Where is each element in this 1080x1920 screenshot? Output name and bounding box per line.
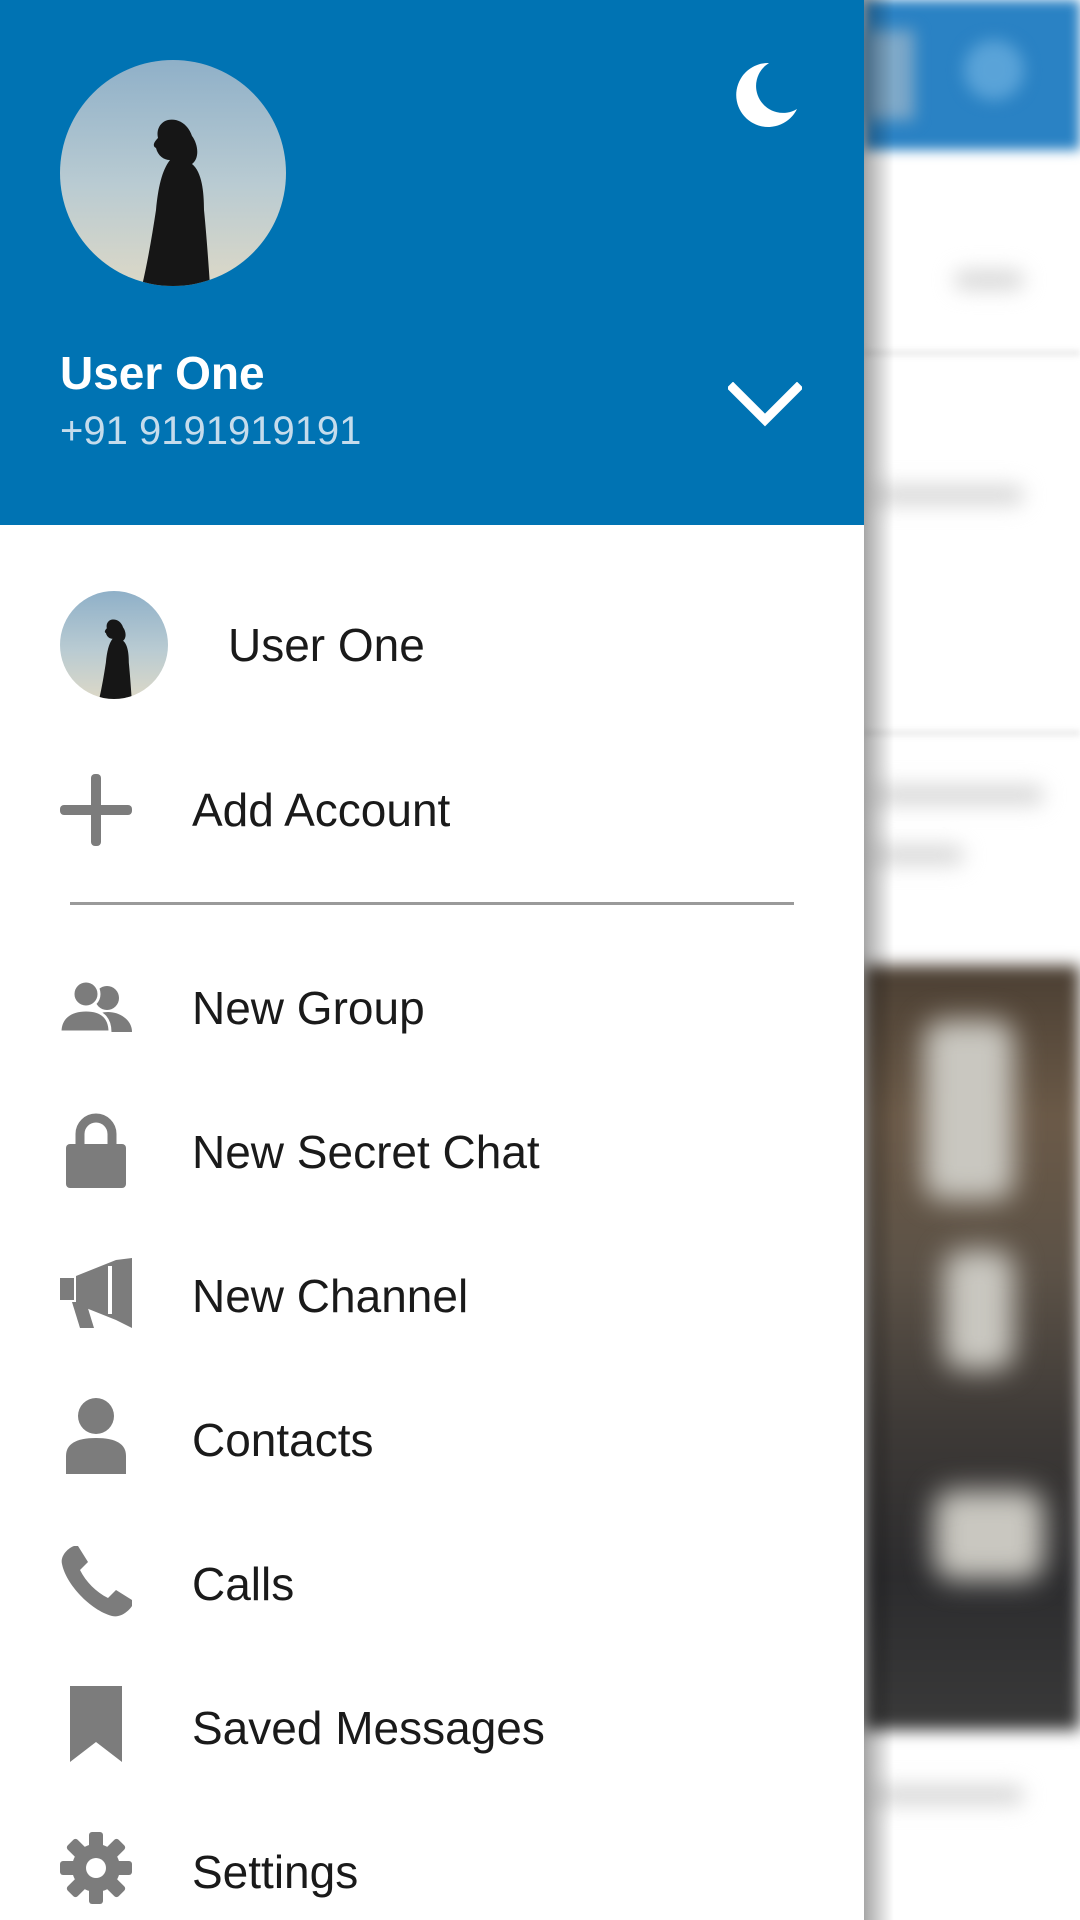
background-photo-highlight (924, 1020, 1014, 1200)
silhouette-image (142, 119, 210, 286)
add-account-button[interactable]: Add Account (0, 750, 864, 870)
gear-icon (60, 1832, 132, 1904)
menu-item-settings[interactable]: Settings (0, 1814, 864, 1920)
add-account-label: Add Account (192, 784, 451, 836)
theme-toggle-button[interactable] (720, 50, 810, 140)
menu-item-label: Contacts (192, 1414, 374, 1466)
silhouette-image (99, 619, 132, 699)
background-text (954, 270, 1024, 290)
moon-icon (736, 62, 797, 127)
user-phone: +91 9191919191 (60, 409, 362, 453)
app-screen: User One +91 9191919191 User One Add Acc… (0, 0, 1080, 1920)
background-text (874, 1785, 1024, 1805)
background-search-icon (964, 40, 1024, 100)
chevron-down-icon (728, 382, 802, 427)
menu-item-label: Saved Messages (192, 1702, 545, 1754)
person-icon (60, 1398, 132, 1474)
group-icon (60, 972, 132, 1044)
plus-icon (60, 774, 132, 846)
megaphone-icon (60, 1258, 132, 1330)
account-name: User One (228, 619, 425, 671)
navigation-drawer: User One +91 9191919191 User One Add Acc… (0, 0, 864, 1920)
menu-divider (70, 902, 794, 905)
avatar (60, 591, 168, 699)
menu-item-new-group[interactable]: New Group (0, 950, 864, 1065)
background-text (874, 785, 1044, 805)
profile-avatar[interactable] (60, 60, 286, 286)
menu-item-label: Settings (192, 1846, 359, 1898)
background-separator (864, 730, 1080, 736)
drawer-header: User One +91 9191919191 (0, 0, 864, 525)
menu-item-saved-messages[interactable]: Saved Messages (0, 1670, 864, 1785)
user-name: User One (60, 347, 265, 399)
background-chat-list[interactable] (864, 0, 1080, 1920)
background-text (874, 485, 1024, 505)
menu-item-label: New Secret Chat (192, 1126, 540, 1178)
background-photo-highlight (934, 1490, 1044, 1580)
menu-item-new-secret-chat[interactable]: New Secret Chat (0, 1094, 864, 1209)
background-photo-highlight (944, 1250, 1014, 1370)
bookmark-icon (60, 1686, 132, 1762)
menu-item-contacts[interactable]: Contacts (0, 1382, 864, 1497)
lock-icon (60, 1113, 132, 1188)
phone-icon (60, 1546, 132, 1618)
account-item-user-one[interactable]: User One (0, 585, 864, 705)
drawer-shadow (864, 0, 894, 1920)
accounts-expand-button[interactable] (720, 365, 810, 445)
menu-item-new-channel[interactable]: New Channel (0, 1238, 864, 1353)
menu-item-calls[interactable]: Calls (0, 1526, 864, 1641)
menu-item-label: Calls (192, 1558, 295, 1610)
menu-item-label: New Group (192, 982, 425, 1034)
menu-item-label: New Channel (192, 1270, 469, 1322)
background-separator (864, 350, 1080, 356)
